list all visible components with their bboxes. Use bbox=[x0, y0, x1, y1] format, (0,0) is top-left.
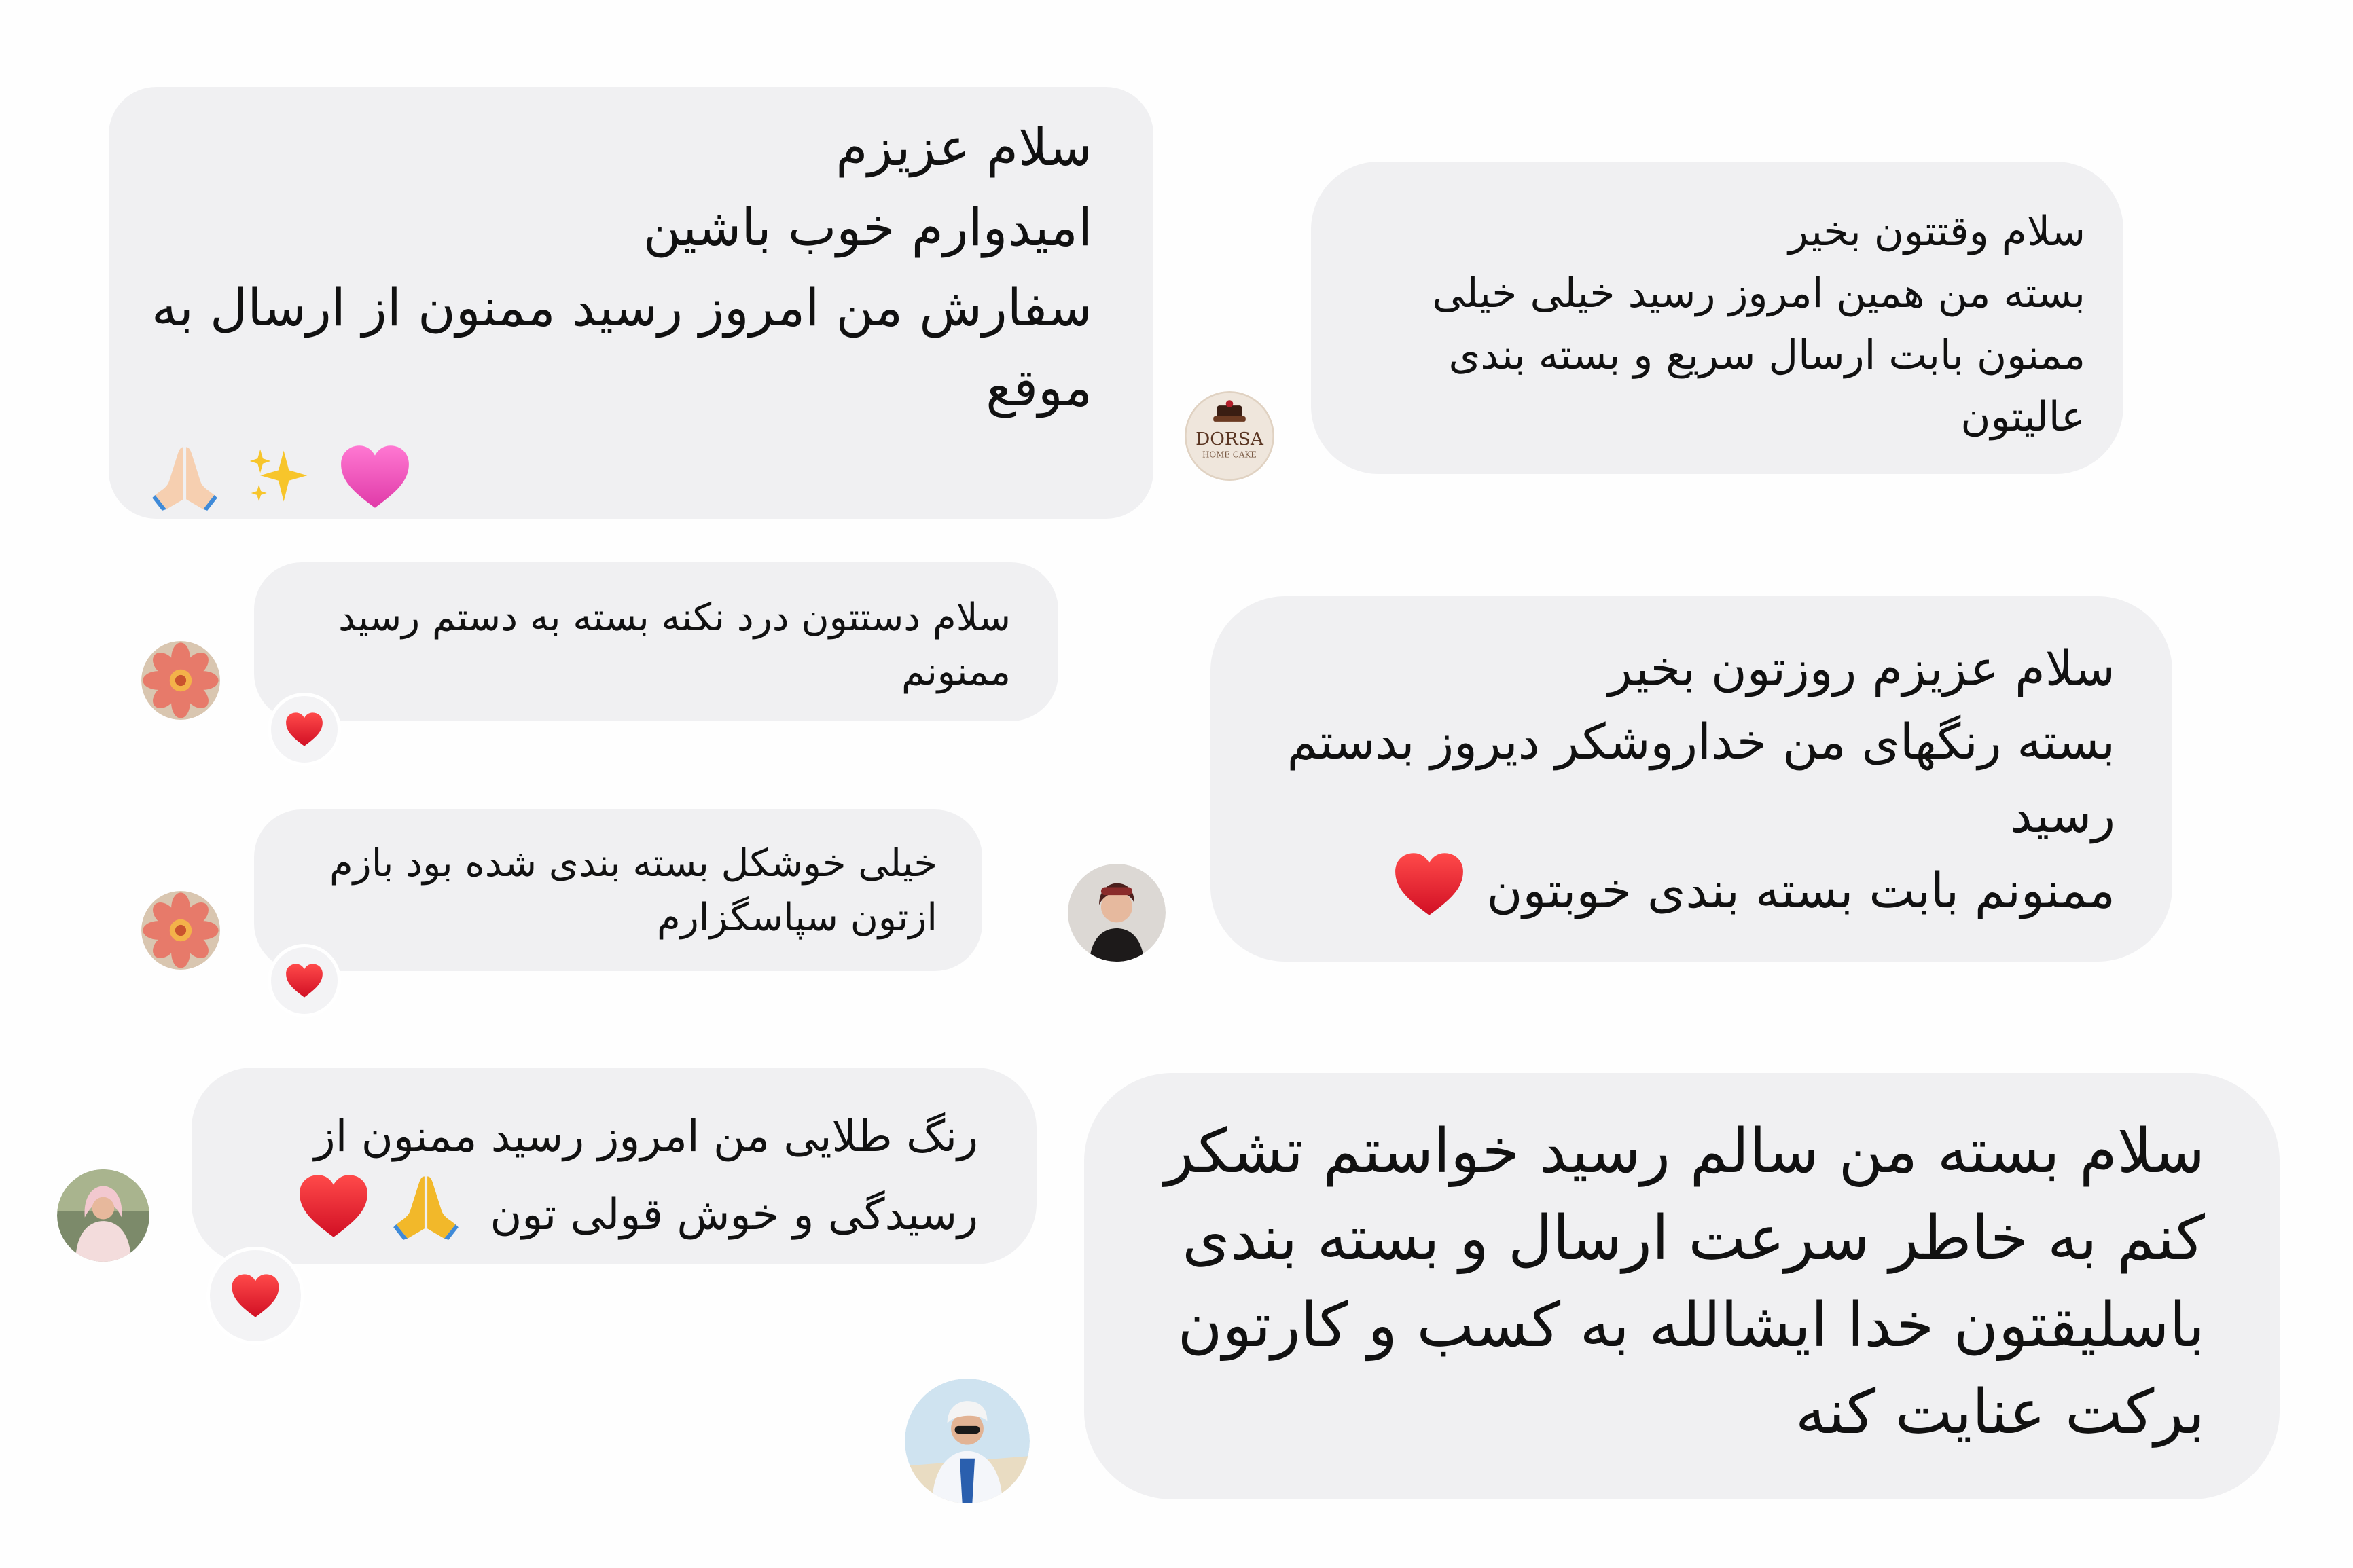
message-text-line: سفارش من امروز رسید ممنون از ارسال به bbox=[151, 277, 1092, 338]
message-text-line: ممنونم بابت بسته بندی خوبتون bbox=[1486, 862, 2115, 919]
message-bubble[interactable]: سلام وقتتون بخیر بسته من همین امروز رسید… bbox=[1311, 162, 2123, 474]
message-text-line: سلام بسته من سالم رسید خواستم تشکر bbox=[1164, 1116, 2205, 1187]
emoji-row bbox=[149, 428, 1092, 513]
woman-portrait-avatar[interactable] bbox=[1068, 864, 1166, 962]
heart-reaction[interactable] bbox=[206, 1247, 304, 1345]
message-text-line: امیدوارم خوب باشین bbox=[643, 197, 1092, 257]
message-bubble[interactable]: سلام عزیزم امیدوارم خوب باشین سفارش من ا… bbox=[109, 87, 1153, 519]
message-text-line-with-emoji: رسیدگی و خوش قولی تون bbox=[232, 1171, 978, 1249]
message-bubble[interactable]: سلام عزیزم روزتون بخیر بسته رنگهای من خد… bbox=[1210, 596, 2172, 962]
message-bubble[interactable]: رنگ طلایی من امروز رسید ممنون از رسیدگی … bbox=[192, 1068, 1037, 1264]
cake-logo-icon: DORSA HOME CAKE bbox=[1185, 391, 1274, 481]
message-text-line: سلام دستتون درد نکنه بسته به دستم رسید bbox=[338, 596, 1011, 640]
message-text-line: ممنون بابت ارسال سریع و بسته بندی bbox=[1448, 331, 2085, 379]
message-text-line: سلام وقتتون بخیر bbox=[1789, 208, 2085, 255]
logo-text: DORSA bbox=[1196, 429, 1264, 450]
red-heart-icon bbox=[298, 1173, 369, 1239]
message-text-line: رسیدگی و خوش قولی تون bbox=[490, 1190, 978, 1240]
message-bubble[interactable]: خیلی خوشکل بسته بندی شده بود بازم ازتون … bbox=[254, 809, 982, 971]
heart-reaction[interactable] bbox=[268, 944, 341, 1017]
flower-avatar[interactable] bbox=[141, 641, 220, 720]
message-text-line: سلام عزیزم روزتون بخیر bbox=[1609, 640, 2115, 697]
message-text-line: ممنونم bbox=[901, 650, 1011, 694]
cake-logo-avatar[interactable]: DORSA HOME CAKE bbox=[1185, 391, 1274, 481]
flower-icon bbox=[141, 641, 220, 720]
message-text-line: بسته من همین امروز رسید خیلی خیلی bbox=[1432, 270, 2085, 317]
message-text-line: عالیتون bbox=[1960, 393, 2085, 441]
flower-icon bbox=[141, 891, 220, 970]
message-text-line: باسلیقتون خدا ایشالله به کسب و کارتون bbox=[1177, 1290, 2205, 1361]
woman-portrait-icon bbox=[1068, 864, 1166, 962]
message-text-line: موقع bbox=[986, 357, 1092, 418]
message-bubble[interactable]: سلام بسته من سالم رسید خواستم تشکر کنم ب… bbox=[1084, 1073, 2280, 1499]
red-heart-icon bbox=[285, 963, 323, 998]
message-text-line: رنگ طلایی من امروز رسید ممنون از bbox=[314, 1112, 978, 1162]
woman-portrait-avatar[interactable] bbox=[905, 1379, 1030, 1503]
flower-avatar[interactable] bbox=[141, 891, 220, 970]
message-text-line: ازتون سپاسگزارم bbox=[657, 896, 937, 940]
message-text-line: رسید bbox=[2010, 786, 2115, 843]
message-text-line: کنم به خاطر سرعت ارسال و بسته بندی bbox=[1182, 1203, 2205, 1274]
woman-portrait-avatar[interactable] bbox=[57, 1169, 149, 1262]
red-heart-icon bbox=[231, 1273, 280, 1318]
message-text-line: برکت عنایت کنه bbox=[1795, 1376, 2205, 1448]
pink-heart-icon bbox=[340, 444, 410, 509]
message-text-line: سلام عزیزم bbox=[836, 117, 1092, 177]
message-text-line-with-emoji: ممنونم بابت بسته بندی خوبتون bbox=[1244, 852, 2115, 927]
red-heart-icon bbox=[285, 712, 323, 747]
logo-subtext: HOME CAKE bbox=[1202, 450, 1257, 460]
red-heart-icon bbox=[1394, 852, 1465, 917]
woman-portrait-icon bbox=[905, 1379, 1030, 1503]
sparkles-icon bbox=[246, 444, 311, 509]
folded-hands-icon bbox=[391, 1171, 461, 1241]
message-text-line: خیلی خوشکل بسته بندی شده بود بازم bbox=[329, 841, 937, 886]
folded-hands-icon bbox=[149, 441, 220, 512]
message-bubble[interactable]: سلام دستتون درد نکنه بسته به دستم رسید م… bbox=[254, 562, 1058, 721]
woman-portrait-icon bbox=[57, 1169, 149, 1262]
heart-reaction[interactable] bbox=[268, 693, 341, 766]
message-text-line: بسته رنگهای من خداروشکر دیروز بدستم bbox=[1287, 713, 2115, 770]
